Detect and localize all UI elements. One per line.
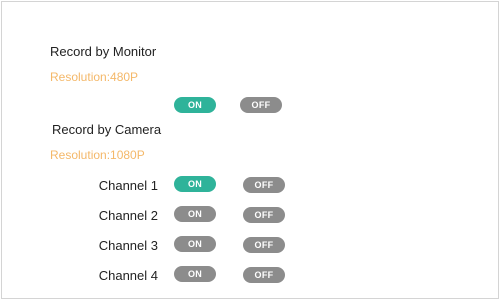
camera-resolution: Resolution:1080P bbox=[50, 148, 145, 162]
channel-1-on-button[interactable]: ON bbox=[174, 176, 216, 192]
channel-4-off-button[interactable]: OFF bbox=[243, 267, 285, 283]
channel-3-label: Channel 3 bbox=[98, 238, 158, 253]
channel-1-off-button[interactable]: OFF bbox=[243, 177, 285, 193]
channel-4-label: Channel 4 bbox=[98, 268, 158, 283]
monitor-resolution: Resolution:480P bbox=[50, 70, 139, 84]
monitor-off-button[interactable]: OFF bbox=[240, 97, 282, 113]
channel-2-label: Channel 2 bbox=[98, 208, 158, 223]
channel-3-on-button[interactable]: ON bbox=[174, 236, 216, 252]
channel-1-label: Channel 1 bbox=[98, 178, 158, 193]
channel-4-on-button[interactable]: ON bbox=[174, 266, 216, 282]
channel-2-off-button[interactable]: OFF bbox=[243, 207, 285, 223]
record-by-monitor-title: Record by Monitor bbox=[50, 44, 157, 59]
record-settings-panel: Record by Monitor Resolution:480P ON OFF… bbox=[1, 1, 499, 299]
record-by-camera-title: Record by Camera bbox=[52, 122, 162, 137]
monitor-on-button[interactable]: ON bbox=[174, 97, 216, 113]
channel-2-on-button[interactable]: ON bbox=[174, 206, 216, 222]
channel-3-off-button[interactable]: OFF bbox=[243, 237, 285, 253]
